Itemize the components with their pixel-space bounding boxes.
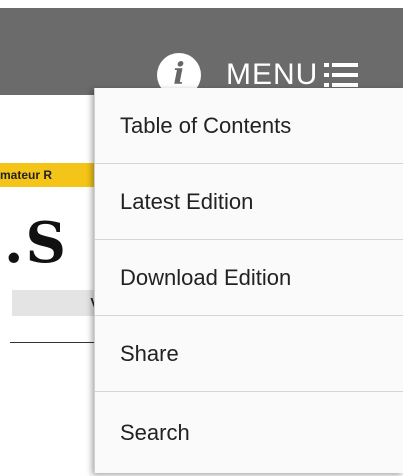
- menu-label: MENU: [226, 58, 319, 91]
- menu-item-latest-edition[interactable]: Latest Edition: [95, 164, 403, 240]
- top-bar: i MENU: [0, 8, 403, 97]
- hamburger-menu-icon: [324, 63, 359, 87]
- dropdown-menu: Table of Contents Latest Edition Downloa…: [94, 88, 403, 473]
- menu-item-share[interactable]: Share: [95, 316, 403, 392]
- menu-item-table-of-contents[interactable]: Table of Contents: [95, 88, 403, 164]
- menu-item-download-edition[interactable]: Download Edition: [95, 240, 403, 316]
- menu-item-search[interactable]: Search: [95, 392, 403, 473]
- category-tag: mateur R: [0, 163, 100, 187]
- masthead-text: ․S: [4, 210, 68, 276]
- info-icon-glyph: i: [173, 57, 185, 92]
